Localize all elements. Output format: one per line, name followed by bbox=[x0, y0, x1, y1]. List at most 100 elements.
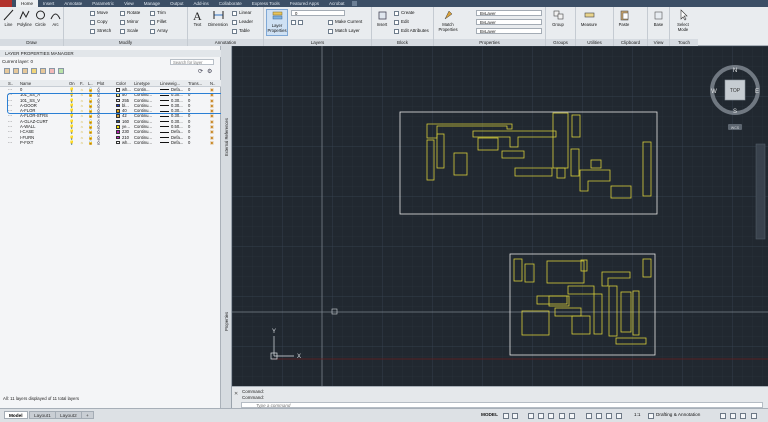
tab-insert[interactable]: Insert bbox=[38, 0, 59, 7]
color-swatch[interactable] bbox=[116, 114, 120, 118]
tab-annotate[interactable]: Annotate bbox=[59, 0, 87, 7]
modify-panel-title[interactable]: Modify bbox=[64, 39, 187, 46]
lightbulb-icon[interactable]: 💡 bbox=[69, 140, 74, 145]
tab-output[interactable]: Output bbox=[165, 0, 189, 7]
vp-freeze-icon[interactable]: ▣ bbox=[210, 140, 214, 145]
group-button[interactable]: Group bbox=[548, 9, 568, 27]
close-command-line-icon[interactable]: ✕ bbox=[234, 391, 238, 397]
object-snap-tracking-icon[interactable] bbox=[559, 413, 565, 419]
block-panel-title[interactable]: Block bbox=[372, 39, 433, 46]
create-block-button[interactable]: Create bbox=[394, 10, 415, 16]
arc-tool[interactable]: Arc bbox=[48, 9, 63, 27]
lock-icon[interactable]: 🔓 bbox=[88, 140, 93, 145]
col-lock[interactable]: L.. bbox=[88, 80, 95, 87]
annotation-panel-title[interactable]: Annotation bbox=[188, 39, 263, 46]
color-label[interactable]: wh... bbox=[122, 140, 134, 145]
grid-icon[interactable] bbox=[503, 413, 509, 419]
view-panel-title[interactable]: View bbox=[648, 39, 669, 46]
annotation-monitor-icon[interactable] bbox=[720, 413, 726, 419]
copy-button[interactable]: Copy bbox=[90, 19, 108, 25]
properties-tab[interactable]: Properties bbox=[224, 312, 229, 331]
new-property-filter-icon[interactable] bbox=[4, 68, 10, 74]
circle-tool[interactable]: Circle bbox=[33, 9, 48, 27]
external-references-tab[interactable]: External References bbox=[224, 118, 229, 156]
table-button[interactable]: Table bbox=[232, 28, 250, 34]
rotate-button[interactable]: Rotate bbox=[120, 10, 140, 16]
line-tool[interactable]: Line bbox=[1, 9, 16, 27]
set-current-icon[interactable] bbox=[58, 68, 64, 74]
application-menu-button[interactable] bbox=[0, 0, 12, 7]
delete-layer-icon[interactable] bbox=[49, 68, 55, 74]
draw-panel-title[interactable]: Draw bbox=[0, 39, 63, 46]
tab-collaborate[interactable]: Collaborate bbox=[214, 0, 247, 7]
add-layout-button[interactable]: + bbox=[81, 411, 94, 419]
color-swatch[interactable] bbox=[116, 135, 120, 140]
stretch-button[interactable]: Stretch bbox=[90, 28, 111, 34]
properties-panel-title[interactable]: Properties bbox=[434, 39, 545, 46]
dimension-tool[interactable]: Dimension bbox=[208, 9, 228, 27]
select-mode-button[interactable]: Select Mode bbox=[672, 9, 694, 32]
tab-express-tools[interactable]: Express Tools bbox=[247, 0, 285, 7]
tab-acrobat[interactable]: Acrobat bbox=[324, 0, 350, 7]
mirror-button[interactable]: Mirror bbox=[120, 19, 139, 25]
printer-icon[interactable]: ⎙ bbox=[97, 140, 100, 145]
text-tool[interactable]: A Text bbox=[190, 9, 205, 27]
new-layer-vp-frozen-icon[interactable] bbox=[40, 68, 46, 74]
layer-status-icon[interactable]: ⋯ bbox=[8, 140, 12, 145]
base-view-button[interactable]: Base bbox=[650, 9, 667, 27]
viewcube-east[interactable]: E bbox=[755, 89, 759, 95]
transparency-value[interactable]: 0 bbox=[188, 140, 198, 145]
col-transparency[interactable]: Trans... bbox=[188, 80, 206, 87]
layer-search-input[interactable]: Search for layer bbox=[170, 59, 214, 65]
touch-panel-title[interactable]: Touch bbox=[670, 39, 698, 46]
polyline-tool[interactable]: Polyline bbox=[17, 9, 32, 27]
col-freeze[interactable]: F.. bbox=[80, 80, 87, 87]
measure-button[interactable]: Measure bbox=[578, 9, 600, 27]
tab-layout1[interactable]: Layout1 bbox=[29, 411, 56, 419]
tab-view[interactable]: View bbox=[119, 0, 139, 7]
col-new-vp-freeze[interactable]: N.. bbox=[210, 80, 220, 87]
annotation-visibility-icon[interactable] bbox=[616, 413, 622, 419]
utilities-panel-title[interactable]: Utilities bbox=[576, 39, 613, 46]
col-lineweight[interactable]: Lineweig... bbox=[160, 80, 186, 87]
navigation-bar[interactable] bbox=[755, 143, 766, 240]
isodraft-icon[interactable] bbox=[548, 413, 554, 419]
color-swatch[interactable] bbox=[116, 119, 120, 124]
linear-dropdown[interactable]: Linear bbox=[232, 10, 252, 16]
selection-cycling-icon[interactable] bbox=[606, 413, 612, 419]
layer-state-icons[interactable] bbox=[291, 19, 311, 25]
col-name[interactable]: Name bbox=[20, 80, 60, 87]
tab-layout2[interactable]: Layout2 bbox=[55, 411, 82, 419]
insert-button[interactable]: Insert bbox=[374, 9, 390, 27]
layer-properties-button[interactable]: Layer Properties bbox=[266, 9, 288, 36]
layer-states-manager-icon[interactable] bbox=[22, 68, 28, 74]
col-linetype[interactable]: Linetype bbox=[134, 80, 158, 87]
viewcube-west[interactable]: W bbox=[711, 89, 717, 95]
new-group-filter-icon[interactable] bbox=[13, 68, 19, 74]
match-properties-button[interactable]: Match Properties bbox=[437, 9, 459, 32]
tab-parametric[interactable]: Parametric bbox=[87, 0, 119, 7]
make-current-button[interactable]: Make Current bbox=[328, 19, 362, 25]
paste-button[interactable]: Paste bbox=[616, 9, 632, 27]
object-snap-icon[interactable] bbox=[569, 413, 575, 419]
color-dropdown[interactable]: ByLayer bbox=[476, 10, 542, 16]
annotation-scale[interactable]: 1:1 bbox=[634, 412, 641, 417]
lineweight-icon[interactable] bbox=[586, 413, 592, 419]
layer-name[interactable]: P-FIXT bbox=[20, 140, 66, 145]
workspace-switcher[interactable]: Drafting & Annotation bbox=[656, 412, 700, 417]
lineweight-value[interactable]: Defa... bbox=[171, 140, 187, 145]
color-swatch[interactable] bbox=[116, 140, 120, 145]
color-swatch[interactable] bbox=[116, 88, 120, 92]
sun-icon[interactable]: ☼ bbox=[80, 140, 84, 145]
layer-dropdown[interactable]: 0 bbox=[291, 10, 345, 16]
tab-model[interactable]: Model bbox=[4, 411, 28, 419]
scale-button[interactable]: Scale bbox=[120, 28, 138, 34]
color-swatch[interactable] bbox=[116, 130, 120, 134]
layers-panel-title[interactable]: Layers bbox=[264, 39, 371, 46]
array-button[interactable]: Array bbox=[150, 28, 168, 34]
clipboard-panel-title[interactable]: Clipboard bbox=[614, 39, 647, 46]
col-on[interactable]: On bbox=[69, 80, 77, 87]
model-space-toggle[interactable]: MODEL bbox=[481, 412, 498, 417]
workspace-gear-icon[interactable] bbox=[648, 413, 654, 419]
fillet-button[interactable]: Fillet bbox=[150, 19, 167, 25]
